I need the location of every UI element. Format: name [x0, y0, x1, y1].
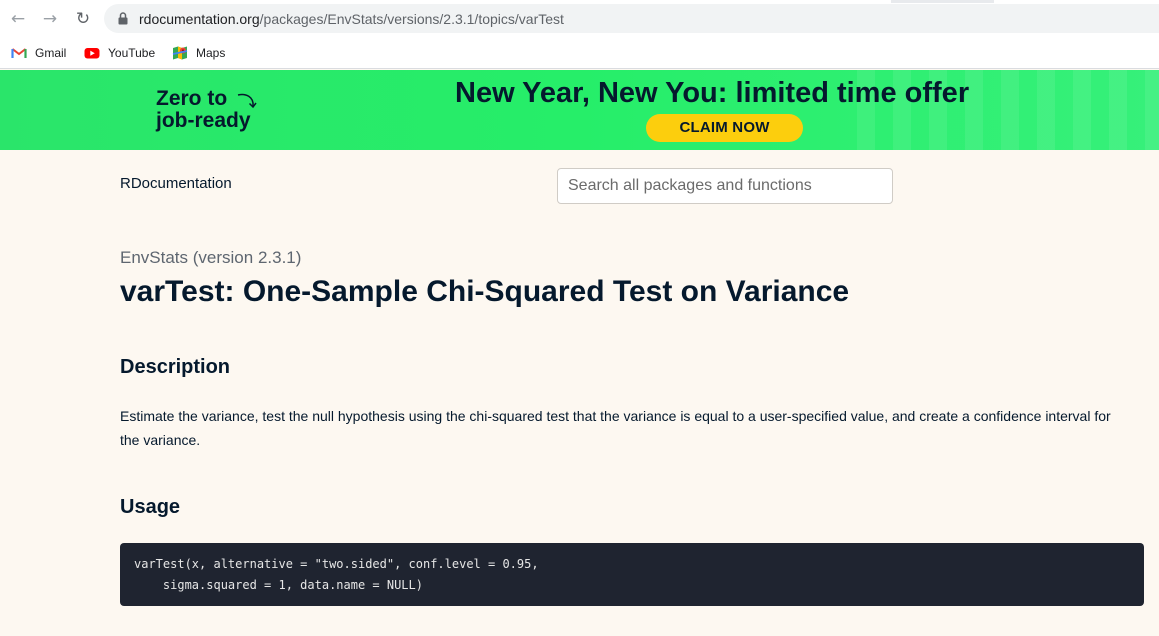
- promo-banner[interactable]: Zero to job-ready New Year, New You: lim…: [0, 70, 1159, 150]
- claim-now-button[interactable]: CLAIM NOW: [646, 114, 803, 142]
- tagline-line-2: job-ready: [156, 109, 251, 132]
- usage-code-block: varTest(x, alternative = "two.sided", co…: [120, 543, 1144, 606]
- gmail-icon: [11, 48, 27, 58]
- page-title: varTest: One-Sample Chi-Squared Test on …: [120, 275, 850, 308]
- back-icon[interactable]: ←: [8, 9, 28, 29]
- address-bar[interactable]: rdocumentation.org/packages/EnvStats/ver…: [104, 4, 1159, 33]
- bookmark-label: Gmail: [35, 46, 67, 60]
- banner-tagline: Zero to job-ready: [156, 88, 257, 132]
- curved-arrow-icon: [237, 93, 257, 109]
- browser-toolbar: ← → ↻ rdocumentation.org/packages/EnvSta…: [0, 0, 1159, 38]
- bookmark-maps[interactable]: Maps: [172, 44, 225, 62]
- youtube-icon: [84, 48, 100, 59]
- forward-icon[interactable]: →: [40, 9, 60, 29]
- lock-icon: [118, 12, 128, 25]
- bookmark-label: Maps: [196, 46, 226, 60]
- maps-icon: [172, 46, 188, 60]
- search-input[interactable]: [557, 168, 893, 204]
- bookmarks-bar: Gmail YouTube Maps: [0, 38, 1159, 69]
- reload-icon[interactable]: ↻: [73, 9, 93, 29]
- url-text: rdocumentation.org/packages/EnvStats/ver…: [139, 11, 564, 27]
- usage-code: varTest(x, alternative = "two.sided", co…: [134, 557, 539, 592]
- site-logo[interactable]: RDocumentation: [120, 175, 232, 192]
- banner-title: New Year, New You: limited time offer: [455, 77, 970, 109]
- bookmark-youtube[interactable]: YouTube: [84, 44, 155, 62]
- bookmark-label: YouTube: [108, 46, 156, 60]
- tab-strip-edge: [891, 0, 994, 3]
- description-text: Estimate the variance, test the null hyp…: [120, 408, 1111, 448]
- package-version-link[interactable]: EnvStats (version 2.3.1): [120, 248, 301, 268]
- description-heading: Description: [120, 356, 231, 378]
- bookmark-gmail[interactable]: Gmail: [11, 44, 66, 62]
- usage-heading: Usage: [120, 496, 181, 518]
